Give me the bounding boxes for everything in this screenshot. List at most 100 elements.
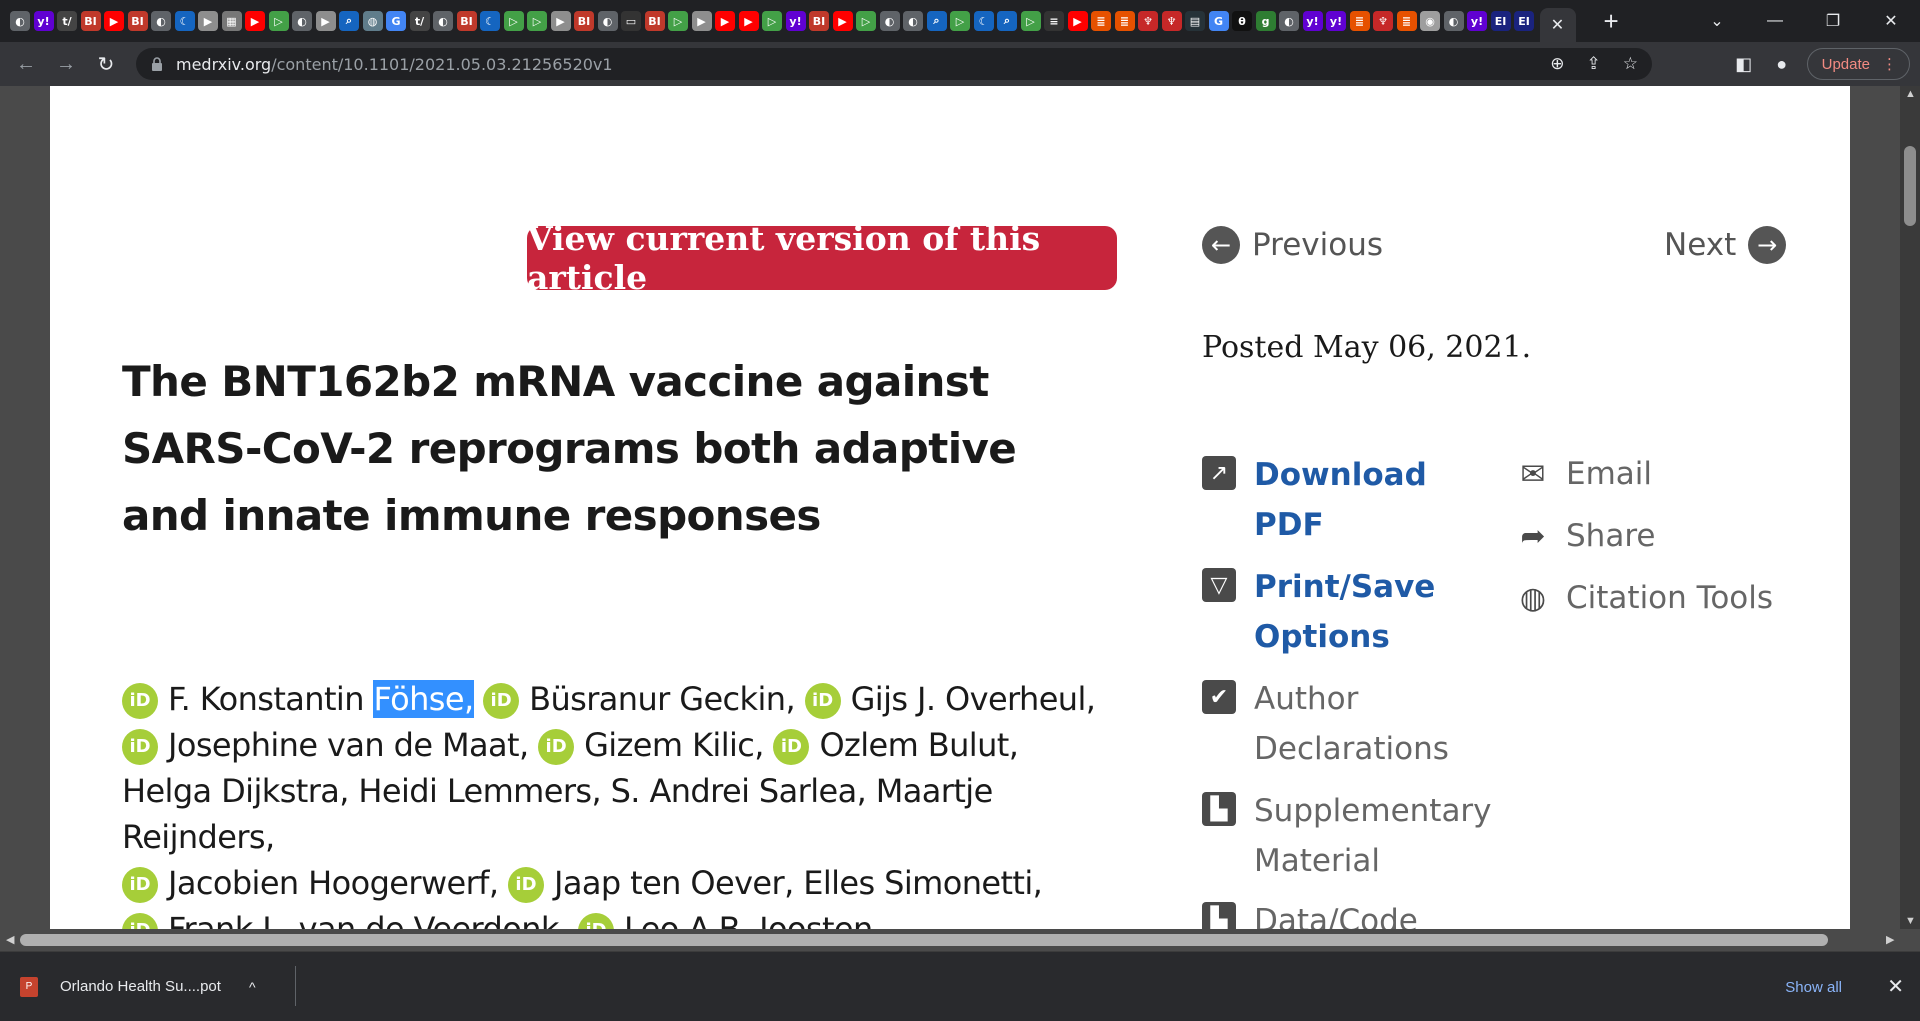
- scroll-up-icon[interactable]: ▲: [1905, 88, 1916, 100]
- active-tab[interactable]: ✕: [1539, 8, 1576, 42]
- tab-favicon[interactable]: BI: [80, 11, 101, 31]
- tab-favicon[interactable]: ≣: [1349, 11, 1370, 31]
- tab-favicon[interactable]: ◐: [879, 11, 900, 31]
- author-name[interactable]: F. Konstantin: [168, 680, 364, 718]
- orcid-icon[interactable]: iD: [122, 683, 158, 719]
- orcid-icon[interactable]: iD: [507, 867, 544, 903]
- tab-favicon[interactable]: ▶: [245, 11, 265, 31]
- author-name[interactable]: Büsranur Geckin,: [529, 680, 796, 718]
- author-name[interactable]: Leo A.B. Joosten,: [624, 910, 883, 929]
- orcid-icon[interactable]: iD: [122, 729, 158, 765]
- profile-icon[interactable]: ●: [1763, 54, 1801, 75]
- tab-favicon[interactable]: ▶: [738, 11, 759, 31]
- tab-favicon[interactable]: ◐: [151, 11, 171, 31]
- tab-favicon[interactable]: BI: [456, 11, 477, 31]
- tab-favicon[interactable]: y!: [1467, 11, 1487, 31]
- address-bar[interactable]: medrxiv.org/content/10.1101/2021.05.03.2…: [136, 48, 1652, 80]
- download-pdf-link[interactable]: ↗ Download PDF: [1202, 450, 1427, 550]
- tab-favicon[interactable]: ▶: [1067, 11, 1088, 31]
- scroll-left-icon[interactable]: ◀: [6, 933, 14, 946]
- tab-favicon[interactable]: ▭: [621, 11, 641, 31]
- tab-favicon[interactable]: ▦: [221, 11, 242, 31]
- tab-favicon[interactable]: ♆: [1161, 11, 1182, 31]
- orcid-icon[interactable]: iD: [122, 913, 158, 929]
- orcid-icon[interactable]: iD: [773, 729, 810, 765]
- orcid-icon[interactable]: iD: [804, 683, 841, 719]
- tab-favicon[interactable]: ☾: [174, 11, 195, 31]
- view-current-version-button[interactable]: View current version of this article: [527, 219, 1117, 297]
- tab-search-icon[interactable]: ⌄: [1688, 11, 1746, 31]
- tab-favicon[interactable]: ☾: [480, 11, 500, 31]
- data-code-link[interactable]: ▙ Data/Code: [1202, 896, 1418, 929]
- tab-favicon[interactable]: ▶: [832, 11, 853, 31]
- tab-favicon[interactable]: BI: [809, 11, 829, 31]
- tab-favicon[interactable]: ◐: [903, 11, 923, 31]
- tab-favicon[interactable]: EI: [1490, 11, 1511, 31]
- vertical-scrollbar[interactable]: ▲ ▼: [1900, 86, 1920, 929]
- tab-favicon[interactable]: ▶: [715, 11, 735, 31]
- citation-tools-link[interactable]: ◍ Citation Tools: [1512, 578, 1773, 618]
- tab-favicon[interactable]: ◐: [597, 11, 618, 31]
- tab-favicon[interactable]: BI: [127, 11, 148, 31]
- orcid-icon[interactable]: iD: [483, 683, 520, 719]
- tab-favicon[interactable]: ☾: [973, 11, 994, 31]
- tab-favicon[interactable]: θ: [1232, 11, 1252, 31]
- next-link[interactable]: Next →: [1664, 226, 1787, 264]
- tab-favicon[interactable]: ◐: [1443, 11, 1464, 31]
- author-name[interactable]: Gijs J. Overheul,: [851, 680, 1096, 718]
- tab-favicon[interactable]: g: [1255, 11, 1276, 31]
- tab-favicon[interactable]: ▶: [198, 11, 218, 31]
- tab-favicon[interactable]: ▷: [762, 11, 782, 31]
- orcid-icon[interactable]: iD: [122, 867, 158, 903]
- tab-favicon[interactable]: ▷: [668, 11, 688, 31]
- tab-favicon[interactable]: y!: [33, 11, 54, 31]
- share-page-icon[interactable]: ⇪: [1587, 54, 1601, 74]
- tab-favicon[interactable]: ♆: [1138, 11, 1158, 31]
- author-name[interactable]: Frank L. van de Veerdonk,: [168, 910, 569, 929]
- scroll-right-icon[interactable]: ▶: [1886, 933, 1894, 946]
- update-button[interactable]: Update ⋮: [1806, 48, 1910, 80]
- new-tab-button[interactable]: +: [1604, 8, 1619, 34]
- tab-favicon[interactable]: ⌕: [926, 11, 947, 31]
- tab-favicon[interactable]: ▶: [691, 11, 712, 31]
- tab-favicon[interactable]: y!: [785, 11, 806, 31]
- author-name[interactable]: Gizem Kilic,: [584, 726, 764, 764]
- selected-text[interactable]: Föhse,: [373, 680, 474, 718]
- author-name[interactable]: Jacobien Hoogerwerf,: [168, 864, 499, 902]
- tab-favicon[interactable]: ⌕: [339, 11, 359, 31]
- author-declarations-link[interactable]: ✔ Author Declarations: [1202, 674, 1449, 774]
- tab-favicon[interactable]: ◐: [292, 11, 312, 31]
- reload-icon[interactable]: ↻: [86, 52, 126, 77]
- tab-favicon[interactable]: ◉: [1420, 11, 1440, 31]
- tab-favicon[interactable]: G: [1208, 11, 1229, 31]
- supplementary-material-link[interactable]: ▙ Supplementary Material: [1202, 786, 1492, 886]
- tab-favicon[interactable]: ≡: [1044, 11, 1064, 31]
- tab-favicon[interactable]: ◐: [10, 11, 30, 31]
- tab-favicon[interactable]: ⌕: [997, 11, 1017, 31]
- tab-favicon[interactable]: ▶: [550, 11, 571, 31]
- tab-favicon[interactable]: ♆: [1373, 11, 1393, 31]
- close-downloads-icon[interactable]: ✕: [1887, 974, 1904, 999]
- vertical-scroll-thumb[interactable]: [1904, 146, 1916, 226]
- author-name[interactable]: Ozlem Bulut,: [819, 726, 1018, 764]
- tab-favicon[interactable]: ≣: [1396, 11, 1417, 31]
- tab-favicon[interactable]: G: [386, 11, 406, 31]
- tab-favicon[interactable]: BI: [644, 11, 665, 31]
- tab-favicon[interactable]: y!: [1326, 11, 1346, 31]
- tab-favicon[interactable]: ▷: [1020, 11, 1041, 31]
- tab-favicon[interactable]: ▤: [1185, 11, 1205, 31]
- tab-favicon[interactable]: ◐: [433, 11, 453, 31]
- zoom-icon[interactable]: ⊕: [1550, 54, 1564, 74]
- horizontal-scrollbar[interactable]: ◀ ▶: [0, 929, 1920, 951]
- bookmark-star-icon[interactable]: ☆: [1623, 54, 1638, 74]
- minimize-icon[interactable]: —: [1746, 12, 1804, 30]
- tab-favicon[interactable]: BI: [574, 11, 594, 31]
- tab-favicon[interactable]: t/: [409, 11, 430, 31]
- share-link[interactable]: ➦ Share: [1512, 516, 1655, 556]
- forward-icon[interactable]: →: [46, 53, 86, 76]
- horizontal-scroll-thumb[interactable]: [20, 934, 1828, 946]
- close-tab-icon[interactable]: ✕: [1551, 15, 1564, 35]
- tab-favicon[interactable]: ≣: [1114, 11, 1135, 31]
- print-save-options-link[interactable]: ▽ Print/Save Options: [1202, 562, 1435, 662]
- tab-favicon[interactable]: ▶: [315, 11, 336, 31]
